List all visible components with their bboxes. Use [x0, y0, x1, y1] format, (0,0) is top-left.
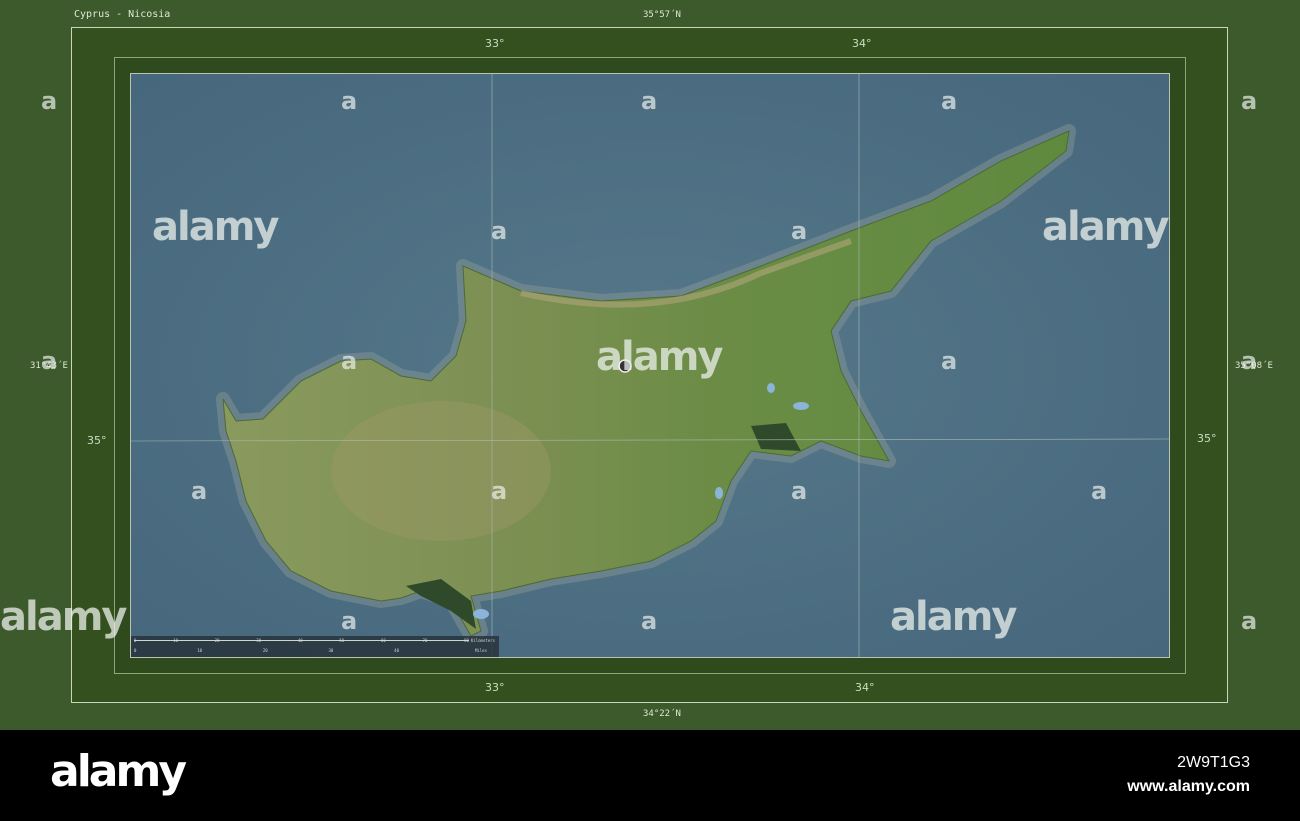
lake	[767, 383, 775, 393]
watermark: alamy	[890, 594, 1017, 640]
watermark-letter: a	[341, 347, 358, 375]
km-ticks: 0 10 20 30 40 50 60 70 80	[134, 638, 469, 643]
watermark-letter: a	[1241, 87, 1258, 115]
watermark-letter: a	[941, 347, 958, 375]
lat-label-left-35: 35°	[87, 434, 107, 447]
watermark-letter: a	[1091, 477, 1108, 505]
watermark-letter: a	[41, 87, 58, 115]
watermark-letter: a	[41, 347, 58, 375]
watermark-letter: a	[491, 477, 508, 505]
watermark-letter: a	[641, 87, 658, 115]
watermark: alamy	[152, 204, 279, 250]
troodos-mountains	[331, 401, 551, 541]
map-title: Cyprus - Nicosia	[74, 9, 171, 20]
watermark-letter: a	[641, 607, 658, 635]
watermark-letter: a	[1241, 607, 1258, 635]
mile-ticks: 0 10 20 30 40	[134, 648, 399, 653]
watermark-letter: a	[191, 477, 208, 505]
watermark-letter: a	[491, 217, 508, 245]
lon-label-top-33: 33°	[485, 37, 505, 50]
lake	[793, 402, 809, 410]
watermark: alamy	[596, 334, 723, 380]
alamy-url[interactable]: www.alamy.com	[1127, 778, 1250, 796]
watermark-letter: a	[791, 477, 808, 505]
lat-label-right-35: 35°	[1197, 432, 1217, 445]
lon-label-bottom-33: 33°	[485, 681, 505, 694]
watermark: alamy	[0, 594, 127, 640]
image-id: 2W9T1G3	[1177, 754, 1250, 771]
lon-label-bottom-34: 34°	[855, 681, 875, 694]
watermark-letter: a	[341, 87, 358, 115]
watermark-letter: a	[791, 217, 808, 245]
watermark-letter: a	[341, 607, 358, 635]
stock-footer: alamy 2W9T1G3 www.alamy.com	[0, 730, 1300, 821]
watermark-letter: a	[941, 87, 958, 115]
mile-unit: Miles	[474, 648, 487, 653]
lon-label-top-34: 34°	[852, 37, 872, 50]
akrotiri-salt-lake	[473, 609, 489, 619]
km-unit: Kilometers	[470, 638, 495, 643]
alamy-logo: alamy	[50, 746, 187, 797]
north-bound-label: 35°57´N	[643, 10, 681, 20]
south-bound-label: 34°22´N	[643, 709, 681, 719]
watermark-letter: a	[1241, 347, 1258, 375]
lake	[715, 487, 723, 499]
watermark: alamy	[1042, 204, 1169, 250]
scale-bar: 0 10 20 30 40 50 60 70 80 Kilometers 0 10 20 30 40 M…	[131, 636, 499, 657]
